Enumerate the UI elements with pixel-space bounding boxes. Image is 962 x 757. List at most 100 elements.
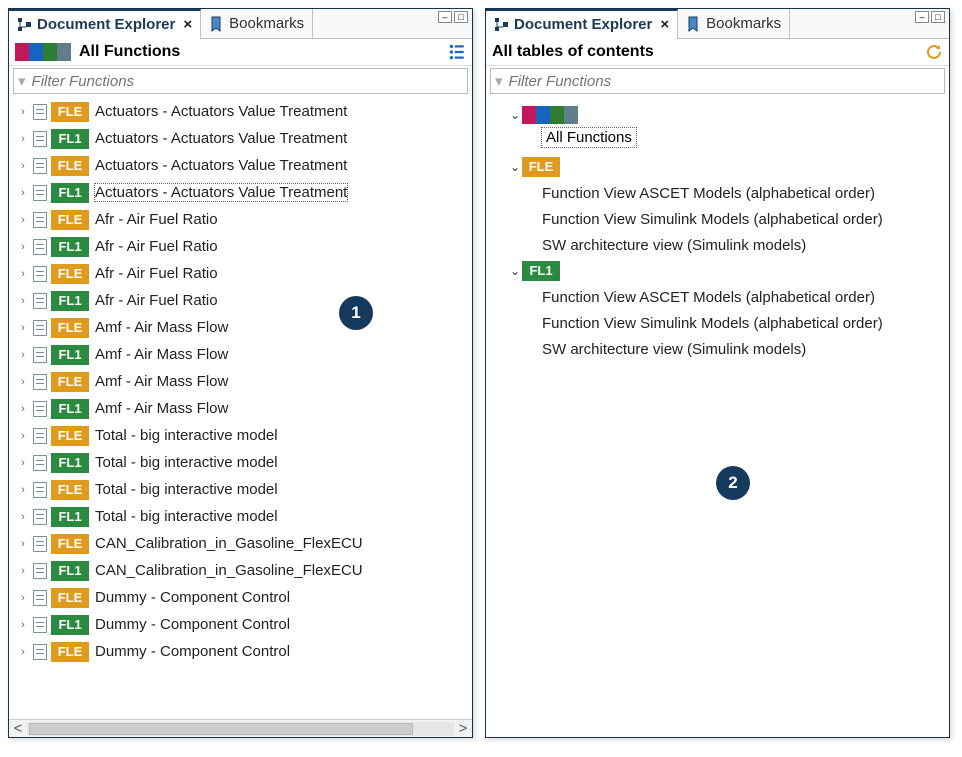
tree-row[interactable]: ›FL1Actuators - Actuators Value Treatmen… xyxy=(9,179,472,206)
close-icon[interactable]: × xyxy=(183,16,192,33)
toc-item[interactable]: SW architecture view (Simulink models) xyxy=(490,336,945,362)
tree-row[interactable]: ›FLEAmf - Air Mass Flow xyxy=(9,368,472,395)
expand-icon[interactable]: › xyxy=(17,376,29,388)
expand-icon[interactable]: › xyxy=(17,106,29,118)
item-label: Afr - Air Fuel Ratio xyxy=(95,265,218,282)
scroll-thumb[interactable] xyxy=(29,723,413,735)
tab-bookmarks[interactable]: Bookmarks xyxy=(201,9,313,39)
chevron-down-icon[interactable]: ⌄ xyxy=(508,264,522,278)
toc-item[interactable]: SW architecture view (Simulink models) xyxy=(490,232,945,258)
filter-icon: ▾ xyxy=(495,72,503,90)
tree-row[interactable]: ›FLEActuators - Actuators Value Treatmen… xyxy=(9,98,472,125)
variant-badge: FL1 xyxy=(51,453,89,473)
toc-item[interactable]: Function View ASCET Models (alphabetical… xyxy=(490,284,945,310)
variant-badge: FLE xyxy=(51,156,89,176)
maximize-button[interactable]: □ xyxy=(454,11,468,23)
tree-row[interactable]: ›FL1Actuators - Actuators Value Treatmen… xyxy=(9,125,472,152)
minimize-button[interactable]: – xyxy=(438,11,452,23)
expand-icon[interactable]: › xyxy=(17,133,29,145)
item-label: Dummy - Component Control xyxy=(95,643,290,660)
maximize-button[interactable]: □ xyxy=(931,11,945,23)
tree-row[interactable]: › FLE Actuators - Actuators Value Treatmen… xyxy=(9,152,472,179)
tree-row[interactable]: › FL1 Amf - Air Mass Flow xyxy=(9,395,472,422)
tree-row[interactable]: ›FL1Afr - Air Fuel Ratio xyxy=(9,233,472,260)
filter-input[interactable] xyxy=(507,72,940,91)
toc-root[interactable]: ⌄ xyxy=(490,102,945,128)
expand-icon[interactable]: › xyxy=(17,484,29,496)
item-label: Afr - Air Fuel Ratio xyxy=(95,292,218,309)
document-icon xyxy=(33,293,47,309)
tree-row[interactable]: ›FLEAfr - Air Fuel Ratio xyxy=(9,206,472,233)
tab-document-explorer[interactable]: Document Explorer × xyxy=(9,9,201,39)
filter-input[interactable] xyxy=(30,72,463,91)
tree-row[interactable]: ›FLEDummy - Component Control xyxy=(9,584,472,611)
expand-icon[interactable]: › xyxy=(17,295,29,307)
expand-icon[interactable]: › xyxy=(17,241,29,253)
toc-item[interactable]: Function View ASCET Models (alphabetical… xyxy=(490,180,945,206)
tree-row[interactable]: › FLE Total - big interactive model xyxy=(9,476,472,503)
tree-row[interactable]: › FLE Afr - Air Fuel Ratio xyxy=(9,260,472,287)
item-label: Total - big interactive model xyxy=(95,427,278,444)
item-label: Amf - Air Mass Flow xyxy=(95,346,228,363)
expand-icon[interactable]: › xyxy=(17,322,29,334)
scroll-track[interactable] xyxy=(27,722,454,736)
expand-icon[interactable]: › xyxy=(17,565,29,577)
document-icon xyxy=(33,374,47,390)
expand-icon[interactable]: › xyxy=(17,160,29,172)
tab-bookmarks[interactable]: Bookmarks xyxy=(678,9,790,39)
tree-scroll[interactable]: › FLE Actuators - Actuators Value Treatmen… xyxy=(9,98,472,717)
back-icon[interactable] xyxy=(925,43,943,61)
bookmark-icon xyxy=(686,16,702,32)
document-icon xyxy=(33,563,47,579)
document-icon xyxy=(33,131,47,147)
variant-badge: FLE xyxy=(51,264,89,284)
expand-icon[interactable]: › xyxy=(17,403,29,415)
item-label: Actuators - Actuators Value Treatment xyxy=(95,157,347,174)
variant-badge: FL1 xyxy=(51,399,89,419)
expand-icon[interactable]: › xyxy=(17,187,29,199)
tab-document-explorer[interactable]: Document Explorer × xyxy=(486,9,678,39)
variant-badge: FLE xyxy=(51,534,89,554)
tree-row[interactable]: ›FL1Afr - Air Fuel Ratio xyxy=(9,287,472,314)
variant-badge: FL1 xyxy=(51,615,89,635)
toc-group[interactable]: ⌄FL1 xyxy=(490,258,945,284)
tree-row[interactable]: ›FLEDummy - Component Control xyxy=(9,638,472,665)
expand-icon[interactable]: › xyxy=(17,349,29,361)
tree-row[interactable]: ›FLEAmf - Air Mass Flow xyxy=(9,314,472,341)
scroll-right-arrow[interactable]: > xyxy=(454,720,472,737)
expand-icon[interactable]: › xyxy=(17,430,29,442)
tree-row[interactable]: ›FL1Total - big interactive model xyxy=(9,503,472,530)
toc-item[interactable]: Function View Simulink Models (alphabeti… xyxy=(490,206,945,232)
expand-icon[interactable]: › xyxy=(17,592,29,604)
toc-item[interactable]: Function View Simulink Models (alphabeti… xyxy=(490,310,945,336)
horizontal-scrollbar[interactable]: < > xyxy=(9,719,472,737)
expand-icon[interactable]: › xyxy=(17,214,29,226)
tab-label: Bookmarks xyxy=(229,15,304,32)
item-label: Actuators - Actuators Value Treatment xyxy=(95,184,347,201)
tree-row[interactable]: ›FL1Amf - Air Mass Flow xyxy=(9,341,472,368)
close-icon[interactable]: × xyxy=(660,16,669,33)
chevron-down-icon[interactable]: ⌄ xyxy=(508,160,522,174)
expand-icon[interactable]: › xyxy=(17,457,29,469)
list-view-icon[interactable] xyxy=(448,43,466,61)
expand-icon[interactable]: › xyxy=(17,268,29,280)
tree-row[interactable]: ›FLECAN_Calibration_in_Gasoline_FlexECU xyxy=(9,530,472,557)
item-label: Function View Simulink Models (alphabeti… xyxy=(542,211,883,228)
expand-icon[interactable]: › xyxy=(17,619,29,631)
variant-badge: FLE xyxy=(51,480,89,500)
item-label: Amf - Air Mass Flow xyxy=(95,400,228,417)
tree-row[interactable]: ›FL1CAN_Calibration_in_Gasoline_FlexECU xyxy=(9,557,472,584)
tree-row[interactable]: ›FLETotal - big interactive model xyxy=(9,422,472,449)
item-label: Total - big interactive model xyxy=(95,481,278,498)
scroll-left-arrow[interactable]: < xyxy=(9,720,27,737)
expand-icon[interactable]: › xyxy=(17,646,29,658)
toc-group[interactable]: ⌄FLE xyxy=(490,154,945,180)
tree-row[interactable]: ›FL1Dummy - Component Control xyxy=(9,611,472,638)
all-functions-label[interactable]: All Functions xyxy=(542,128,636,147)
minimize-button[interactable]: – xyxy=(915,11,929,23)
chevron-down-icon[interactable]: ⌄ xyxy=(508,108,522,122)
expand-icon[interactable]: › xyxy=(17,538,29,550)
tree-row[interactable]: ›FL1Total - big interactive model xyxy=(9,449,472,476)
expand-icon[interactable]: › xyxy=(17,511,29,523)
document-icon xyxy=(33,455,47,471)
